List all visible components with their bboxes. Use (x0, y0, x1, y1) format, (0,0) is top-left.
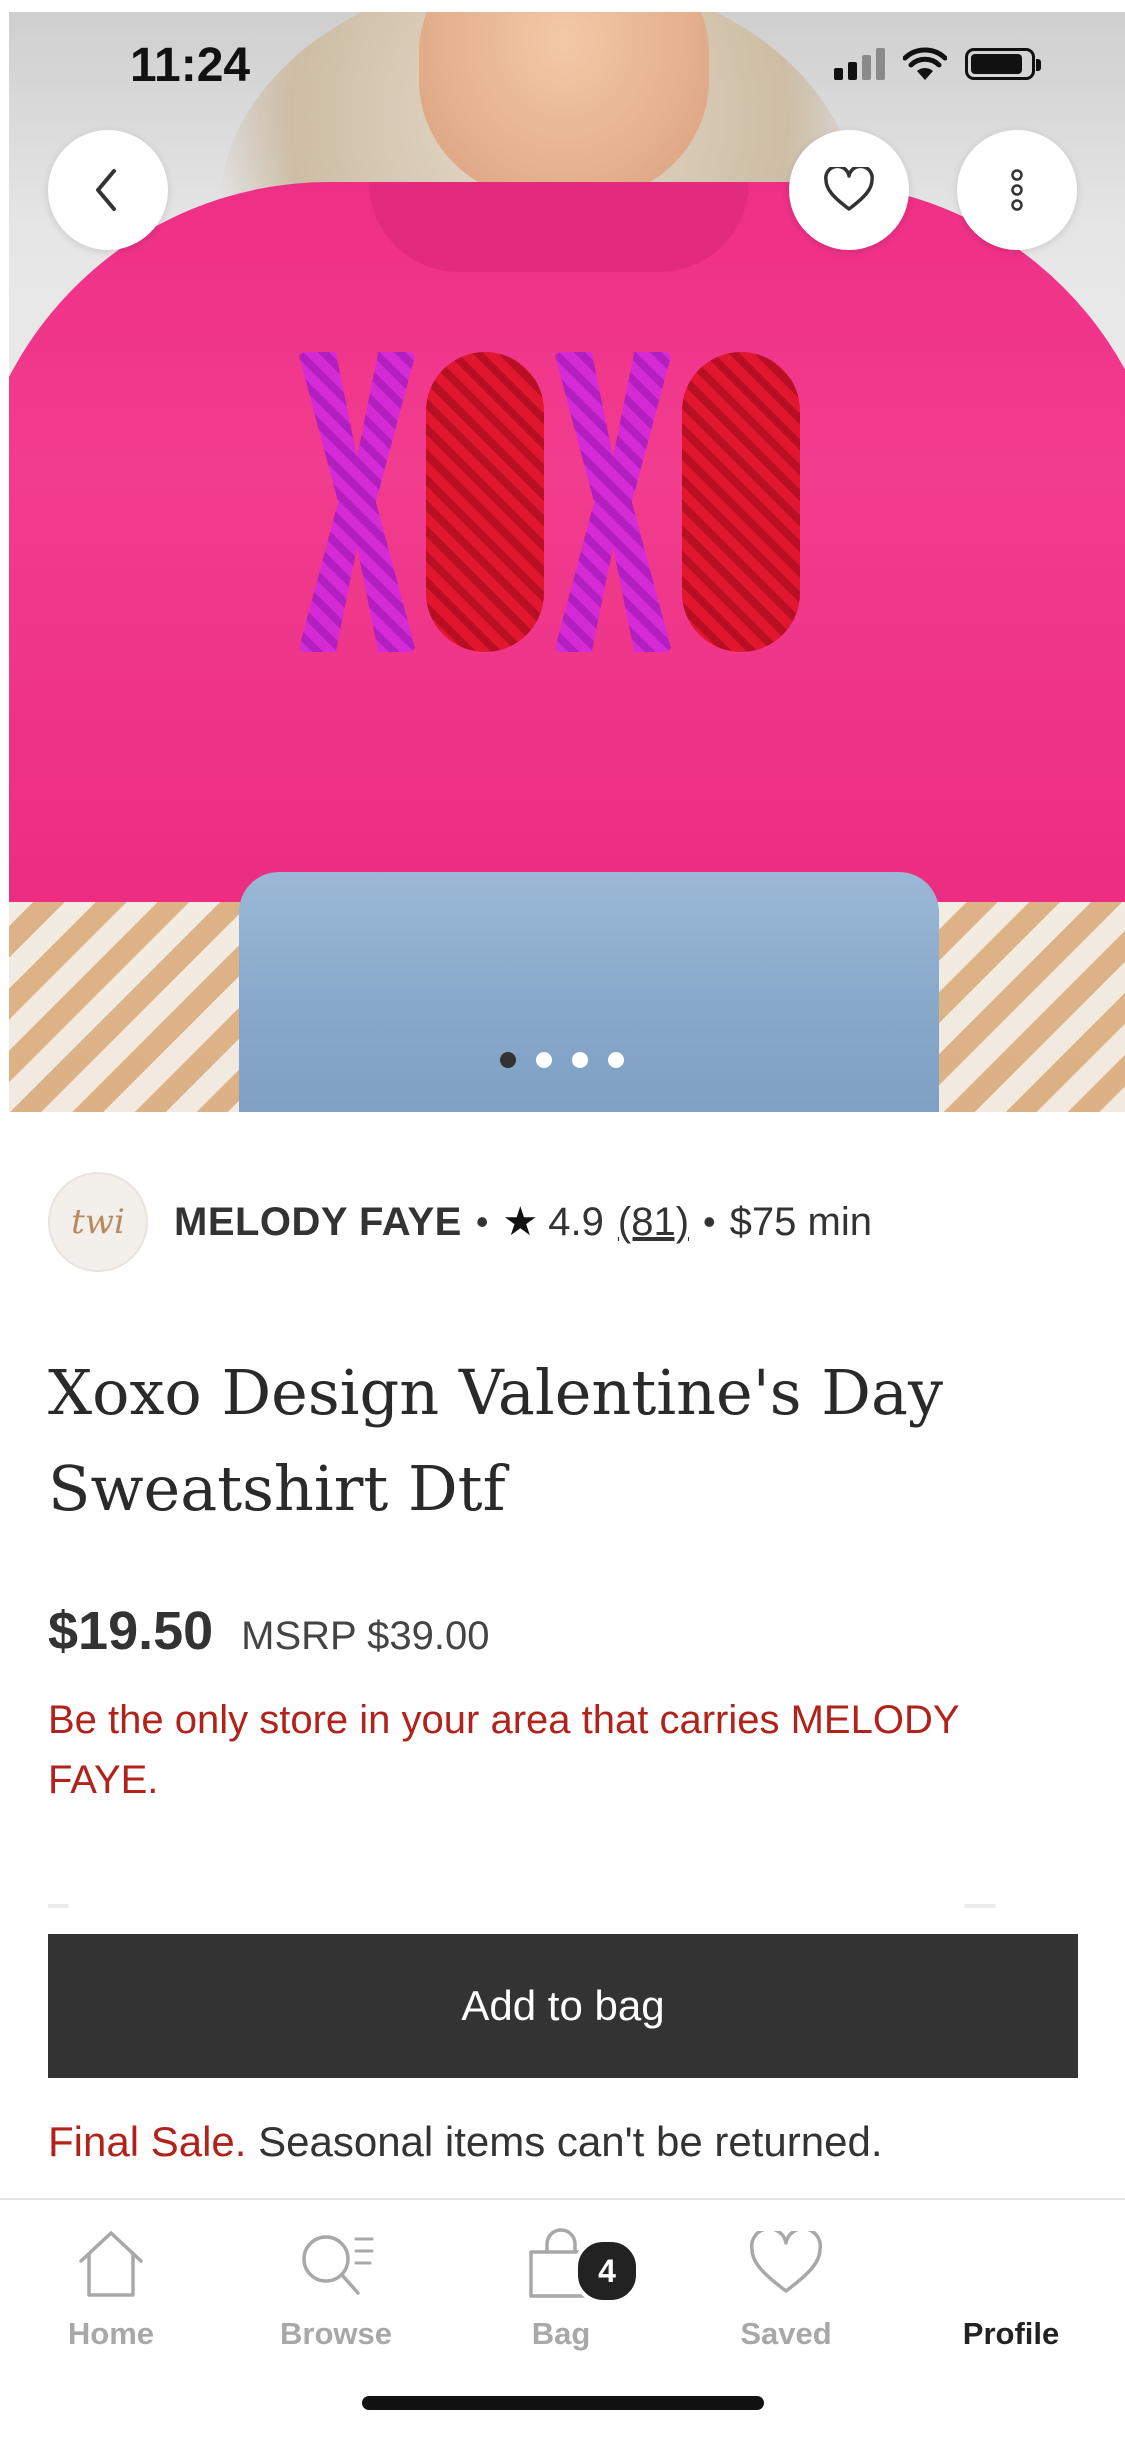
add-to-bag-button[interactable]: Add to bag (48, 1934, 1078, 2078)
status-bar: 11:24 (0, 0, 1125, 130)
status-icons (834, 46, 1041, 82)
jeans (239, 872, 939, 1112)
tab-saved[interactable]: Saved (686, 2224, 886, 2352)
seller-rating: 4.9 (548, 1199, 604, 1244)
pagination-dot[interactable] (608, 1052, 624, 1068)
tab-bag[interactable]: 4 Bag (461, 2224, 661, 2352)
tab-label: Home (67, 2316, 155, 2351)
search-list-icon (302, 2235, 374, 2295)
tab-browse[interactable]: Browse (236, 2224, 436, 2352)
wholesale-price: $19.50 (48, 1601, 214, 1661)
pagination-dot[interactable] (536, 1052, 552, 1068)
separator: • (475, 1201, 489, 1242)
seller-name[interactable]: MELODY FAYE (174, 1200, 462, 1245)
return-policy: Final Sale. Seasonal items can't be retu… (48, 2118, 883, 2166)
review-count-link[interactable]: (81) (618, 1200, 689, 1245)
bag-count-badge: 4 (574, 2238, 640, 2304)
tab-profile[interactable]: Profile (911, 2224, 1111, 2352)
star-icon: ★ (502, 1200, 539, 1244)
divider (48, 1904, 1078, 1908)
tab-label: Saved (740, 2316, 832, 2351)
product-title: Xoxo Design Valentine's Day Sweatshirt D… (48, 1356, 943, 1525)
home-indicator[interactable] (362, 2396, 764, 2410)
final-sale-label: Final Sale. (48, 2118, 247, 2165)
o-letter (682, 352, 800, 652)
exclusivity-message: Be the only store in your area that carr… (48, 1698, 959, 1802)
back-button[interactable] (48, 130, 168, 250)
favorite-button[interactable] (789, 130, 909, 250)
tab-label: Bag (531, 2316, 591, 2351)
xoxo-graphic (289, 337, 809, 667)
heart-icon (749, 2231, 823, 2293)
more-options-button[interactable] (957, 130, 1077, 250)
order-minimum: $75 min (729, 1199, 872, 1244)
x-letter (298, 352, 416, 652)
pagination-dot[interactable] (500, 1052, 516, 1068)
more-vertical-icon (1011, 169, 1023, 211)
status-time: 11:24 (130, 39, 251, 92)
o-letter (426, 352, 544, 652)
battery-icon (965, 48, 1041, 80)
wifi-icon (903, 47, 947, 80)
seller-info-row[interactable]: twi MELODY FAYE • ★ 4.9 (81) • $75 min (48, 1172, 872, 1272)
chevron-left-icon (96, 169, 116, 211)
price-row: $19.50 MSRP $39.00 (48, 1600, 489, 1662)
pagination-dot[interactable] (572, 1052, 588, 1068)
msrp-price: MSRP $39.00 (241, 1614, 490, 1658)
tab-label: Profile (962, 2316, 1060, 2351)
cellular-signal-icon (834, 48, 885, 80)
tab-home[interactable]: Home (11, 2224, 211, 2352)
profile-icon (911, 2224, 1111, 2304)
sweatshirt-collar (369, 182, 749, 272)
tab-label: Browse (280, 2316, 392, 2351)
image-pagination-dots[interactable] (500, 1052, 624, 1068)
separator: • (703, 1201, 716, 1242)
home-icon (79, 2231, 143, 2297)
x-letter (554, 352, 672, 652)
heart-icon (824, 167, 874, 211)
return-policy-text: Seasonal items can't be returned. (258, 2118, 883, 2165)
seller-avatar[interactable]: twi (48, 1172, 148, 1272)
